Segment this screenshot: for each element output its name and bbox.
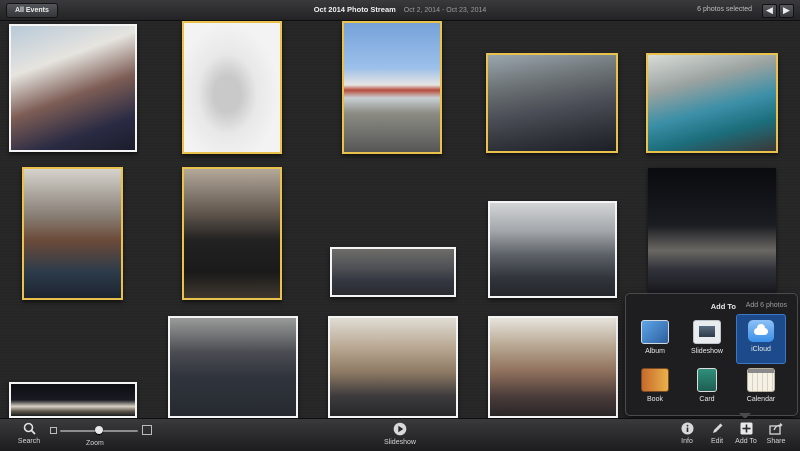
pencil-icon [712, 423, 722, 433]
add-to-slideshow[interactable]: Slideshow [684, 316, 730, 364]
photo-thumbnail[interactable] [22, 167, 123, 300]
add-to-book[interactable]: Book [632, 364, 678, 412]
add-to-button[interactable]: Add To [732, 422, 760, 445]
plus-box-icon [740, 422, 752, 435]
photo-thumbnail[interactable] [182, 21, 282, 154]
photo-thumbnail[interactable] [342, 21, 442, 154]
slideshow-button[interactable]: Slideshow [378, 422, 422, 446]
top-bar: All Events Oct 2014 Photo Stream Oct 2, … [0, 0, 800, 21]
photo-thumbnail[interactable] [9, 24, 137, 152]
previous-arrow-icon[interactable]: ◀ [762, 4, 777, 18]
next-arrow-icon[interactable]: ▶ [779, 4, 794, 18]
calendar-icon [747, 368, 775, 392]
info-icon [681, 422, 693, 435]
slideshow-label: Slideshow [384, 439, 416, 446]
icloud-label: iCloud [751, 346, 771, 353]
info-button[interactable]: Info [676, 422, 698, 445]
zoom-label: Zoom [86, 440, 104, 447]
bottom-toolbar: Search Zoom Slideshow Info Edit Add To S… [0, 418, 800, 451]
add-to-label: Add To [735, 438, 757, 445]
photo-thumbnail[interactable] [648, 168, 776, 295]
search-button[interactable]: Search [16, 422, 42, 445]
play-icon [393, 422, 407, 436]
photo-thumbnail[interactable] [328, 316, 458, 418]
slideshow-icon [693, 320, 721, 344]
search-label: Search [17, 438, 41, 445]
share-label: Share [766, 438, 786, 445]
slideshow-label: Slideshow [691, 348, 723, 355]
card-icon [697, 368, 717, 392]
popover-title: Add To [710, 302, 736, 311]
event-title: Oct 2014 Photo Stream [313, 5, 396, 14]
icloud-icon [748, 320, 774, 342]
popover-subtitle: Add 6 photos [745, 302, 787, 309]
book-icon [641, 368, 669, 392]
add-to-icloud[interactable]: iCloud [736, 314, 786, 364]
add-to-popover: Add To Add 6 photos Album Slideshow iClo… [625, 293, 798, 416]
add-to-album[interactable]: Album [632, 316, 678, 364]
zoom-small-icon [50, 427, 57, 434]
zoom-large-icon [142, 425, 152, 435]
photo-thumbnail[interactable] [486, 53, 618, 153]
photo-thumbnail[interactable] [9, 382, 137, 418]
share-button[interactable]: Share [764, 422, 788, 445]
search-icon [23, 422, 36, 435]
photo-thumbnail[interactable] [646, 53, 778, 153]
album-label: Album [645, 348, 665, 355]
title-area: Oct 2014 Photo Stream Oct 2, 2014 - Oct … [0, 0, 800, 20]
photo-thumbnail[interactable] [182, 167, 282, 300]
add-to-card[interactable]: Card [684, 364, 730, 412]
share-icon [769, 422, 783, 435]
calendar-label: Calendar [746, 396, 776, 403]
photo-thumbnail[interactable] [488, 201, 617, 298]
card-label: Card [699, 396, 715, 403]
info-label: Info [681, 438, 693, 445]
add-to-calendar[interactable]: Calendar [738, 364, 784, 412]
photo-thumbnail[interactable] [330, 247, 456, 297]
photo-thumbnail[interactable] [168, 316, 298, 418]
zoom-slider-knob[interactable] [95, 426, 103, 434]
edit-button[interactable]: Edit [706, 422, 728, 445]
edit-label: Edit [710, 438, 724, 445]
photo-thumbnail[interactable] [488, 316, 618, 418]
book-label: Book [647, 396, 663, 403]
selection-count: 6 photos selected [697, 6, 752, 13]
album-icon [641, 320, 669, 344]
date-range: Oct 2, 2014 - Oct 23, 2014 [403, 7, 487, 14]
